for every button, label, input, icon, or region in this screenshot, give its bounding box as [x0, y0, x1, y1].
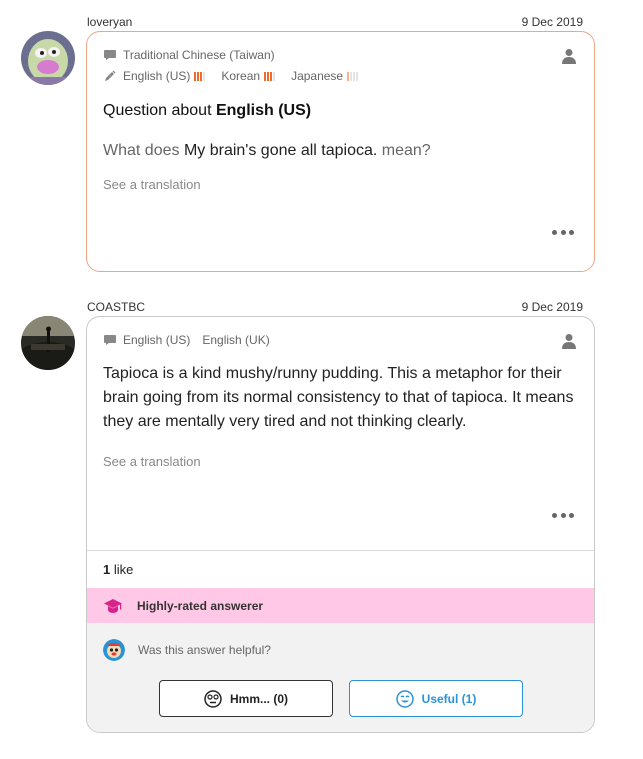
useful-button[interactable]: Useful (1): [349, 680, 523, 717]
pencil-icon: [105, 70, 116, 81]
mascot-icon: [103, 639, 125, 661]
ellipsis-icon[interactable]: [552, 229, 574, 235]
question-text-suffix: mean?: [377, 142, 431, 159]
level-bars-japanese: [347, 71, 359, 81]
highly-rated-badge: Highly-rated answerer: [87, 588, 594, 623]
graduation-cap-icon: [104, 598, 122, 613]
speech-bubble-icon: [104, 335, 116, 345]
answer-date: 9 Dec 2019: [521, 300, 583, 314]
level-bars-korean: [264, 71, 276, 81]
meh-face-icon: [204, 689, 222, 708]
native-language: Traditional Chinese (Taiwan): [123, 48, 275, 62]
hmm-label: Hmm... (0): [229, 691, 288, 706]
question-meta: loveryan 9 Dec 2019: [87, 15, 583, 29]
studying-language-korean: Korean: [221, 69, 261, 83]
helpful-prompt-row: Was this answer helpful?: [103, 639, 271, 661]
likes-label: like: [110, 562, 134, 577]
see-translation-question[interactable]: See a translation: [103, 177, 201, 192]
ellipsis-icon[interactable]: [552, 512, 574, 518]
answer-username[interactable]: COASTBC: [87, 300, 145, 314]
level-bars-english: [194, 71, 206, 81]
likes-row[interactable]: 1 like: [87, 550, 594, 588]
smile-face-icon: [395, 689, 414, 708]
question-title: Question about English (US): [103, 102, 311, 120]
question-post: loveryan 9 Dec 2019 Traditional Chinese …: [0, 0, 643, 290]
question-username[interactable]: loveryan: [87, 15, 132, 29]
question-date: 9 Dec 2019: [521, 15, 583, 29]
answer-meta: COASTBC 9 Dec 2019: [87, 300, 583, 314]
question-title-prefix: Question about: [103, 102, 216, 119]
question-bubble: Traditional Chinese (Taiwan) English (US…: [86, 31, 595, 272]
helpful-section: Was this answer helpful? Hmm... (0) Usef…: [87, 623, 594, 732]
question-avatar[interactable]: [21, 31, 75, 85]
answer-text: Tapioca is a kind mushy/runny pudding. T…: [103, 365, 574, 430]
answer-post: COASTBC 9 Dec 2019 English (US) English …: [0, 290, 643, 759]
answer-language-uk: English (UK): [202, 333, 270, 347]
useful-label: Useful (1): [421, 691, 477, 706]
native-language-line: Traditional Chinese (Taiwan): [103, 48, 275, 62]
question-title-language[interactable]: English (US): [216, 102, 311, 119]
speech-bubble-icon: [104, 50, 116, 60]
question-text: What does My brain's gone all tapioca. m…: [103, 142, 431, 160]
answer-bubble: English (US) English (UK) Tapioca is a k…: [86, 316, 595, 733]
studying-languages-line: English (US) Korean Japanese: [103, 69, 374, 83]
question-phrase: My brain's gone all tapioca.: [183, 142, 378, 159]
studying-language-japanese: Japanese: [291, 69, 344, 83]
person-icon[interactable]: [562, 333, 576, 349]
studying-language-english: English (US): [123, 69, 191, 83]
person-icon[interactable]: [562, 48, 576, 64]
answer-languages-line: English (US) English (UK): [103, 333, 270, 347]
badge-label: Highly-rated answerer: [137, 598, 264, 613]
answer-avatar[interactable]: [21, 316, 75, 370]
hmm-button[interactable]: Hmm... (0): [159, 680, 333, 717]
helpful-prompt: Was this answer helpful?: [138, 643, 271, 657]
see-translation-answer[interactable]: See a translation: [103, 454, 201, 469]
question-text-prefix: What does: [103, 142, 184, 159]
answer-language-us: English (US): [123, 333, 191, 347]
